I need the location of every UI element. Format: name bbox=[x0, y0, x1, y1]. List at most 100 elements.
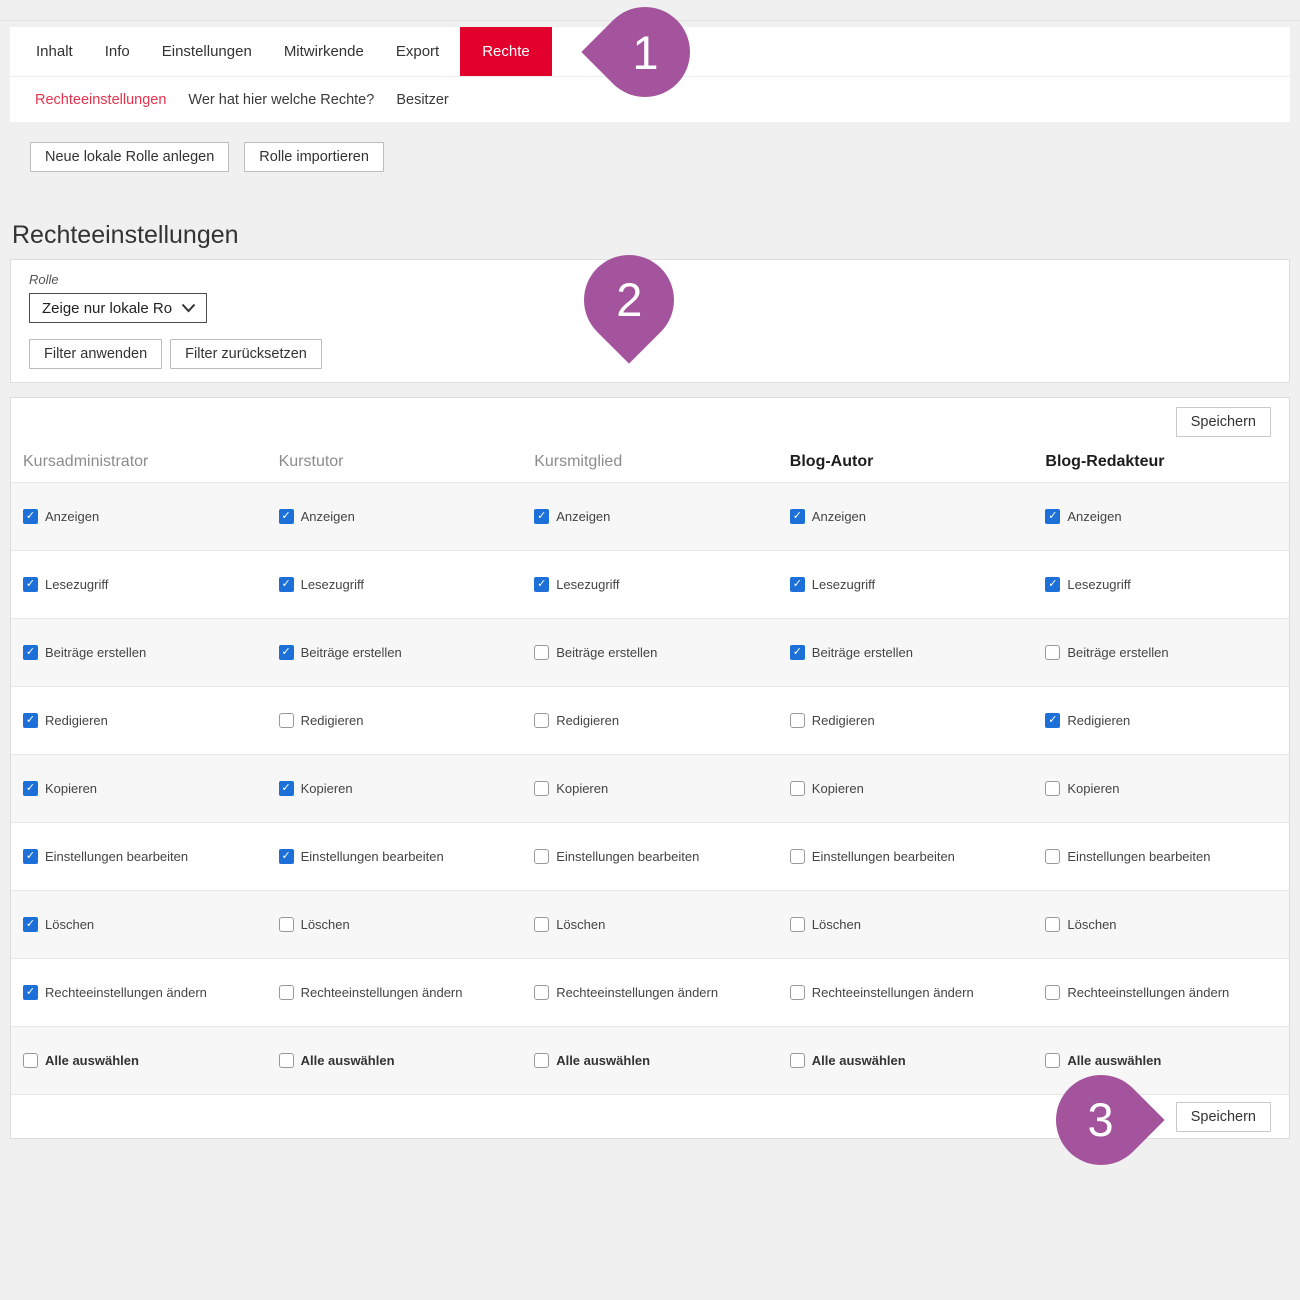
checkbox-checked[interactable]: ✓ bbox=[23, 509, 38, 524]
checkbox-unchecked[interactable] bbox=[1045, 1053, 1060, 1068]
permission-cell-kursadministrator: ✓ Anzeigen bbox=[11, 509, 267, 524]
permission-cell-kurstutor: ✓Beiträge erstellen bbox=[267, 645, 523, 660]
subnav-item-besitzer[interactable]: Besitzer bbox=[385, 92, 459, 108]
permission-cell-kursmitglied: ✓Anzeigen bbox=[522, 509, 778, 524]
checkbox-unchecked[interactable] bbox=[790, 713, 805, 728]
checkbox-checked[interactable]: ✓ bbox=[279, 645, 294, 660]
checkbox-checked[interactable]: ✓ bbox=[1045, 577, 1060, 592]
checkbox-unchecked[interactable] bbox=[790, 781, 805, 796]
checkbox-checked[interactable]: ✓ bbox=[790, 509, 805, 524]
permission-cell-kursadministrator: ✓Beiträge erstellen bbox=[11, 645, 267, 660]
checkbox-unchecked[interactable] bbox=[279, 713, 294, 728]
permission-cell-blog-autor: Löschen bbox=[778, 917, 1034, 932]
checkbox-unchecked[interactable] bbox=[1045, 917, 1060, 932]
checkbox-checked[interactable]: ✓ bbox=[279, 781, 294, 796]
checkbox-label: Kopieren bbox=[1067, 781, 1119, 796]
checkbox-unchecked[interactable] bbox=[534, 917, 549, 932]
checkbox-checked[interactable]: ✓ bbox=[1045, 509, 1060, 524]
checkbox-unchecked[interactable] bbox=[790, 917, 805, 932]
permission-row-beiträge-erstellen: ✓Beiträge erstellen✓Beiträge erstellenBe… bbox=[11, 618, 1289, 686]
permission-cell-blog-redakteur: Rechteeinstellungen ändern bbox=[1033, 985, 1289, 1000]
checkbox-unchecked[interactable] bbox=[534, 849, 549, 864]
checkbox-unchecked[interactable] bbox=[1045, 849, 1060, 864]
checkbox-unchecked[interactable] bbox=[790, 849, 805, 864]
checkbox-unchecked[interactable] bbox=[1045, 781, 1060, 796]
checkbox-checked[interactable]: ✓ bbox=[1045, 713, 1060, 728]
reset-filter-button[interactable]: Filter zurücksetzen bbox=[170, 339, 322, 369]
role-actions-row: Neue lokale Rolle anlegen Rolle importie… bbox=[30, 142, 1300, 172]
subnav-item-rechteeinstellungen[interactable]: Rechteeinstellungen bbox=[24, 92, 177, 108]
checkbox-checked[interactable]: ✓ bbox=[23, 577, 38, 592]
import-role-button[interactable]: Rolle importieren bbox=[244, 142, 384, 172]
column-header-kurstutor: Kurstutor bbox=[267, 453, 523, 471]
checkbox-unchecked[interactable] bbox=[790, 985, 805, 1000]
checkbox-unchecked[interactable] bbox=[279, 985, 294, 1000]
permission-cell-blog-redakteur: Kopieren bbox=[1033, 781, 1289, 796]
checkbox-checked[interactable]: ✓ bbox=[790, 645, 805, 660]
apply-filter-button[interactable]: Filter anwenden bbox=[29, 339, 162, 369]
tab-rechte[interactable]: Rechte bbox=[460, 27, 552, 76]
permission-cell-kursmitglied: Alle auswählen bbox=[522, 1053, 778, 1068]
checkbox-unchecked[interactable] bbox=[1045, 645, 1060, 660]
permission-cell-blog-redakteur: ✓ Redigieren bbox=[1033, 713, 1289, 728]
checkbox-checked[interactable]: ✓ bbox=[23, 713, 38, 728]
checkbox-checked[interactable]: ✓ bbox=[279, 577, 294, 592]
role-filter-select[interactable]: Zeige nur lokale Ro bbox=[29, 293, 207, 323]
checkbox-label: Anzeigen bbox=[1067, 509, 1121, 524]
permission-cell-kurstutor: ✓Anzeigen bbox=[267, 509, 523, 524]
tab-inhalt[interactable]: Inhalt bbox=[20, 27, 89, 76]
tab-mitwirkende[interactable]: Mitwirkende bbox=[268, 27, 380, 76]
checkbox-checked[interactable]: ✓ bbox=[23, 781, 38, 796]
permission-row-löschen: ✓LöschenLöschenLöschenLöschenLöschen bbox=[11, 890, 1289, 958]
permission-cell-blog-autor: Alle auswählen bbox=[778, 1053, 1034, 1068]
permission-cell-kursadministrator: ✓Redigieren bbox=[11, 713, 267, 728]
new-local-role-button[interactable]: Neue lokale Rolle anlegen bbox=[30, 142, 229, 172]
permission-cell-kursmitglied: Kopieren bbox=[522, 781, 778, 796]
permission-cell-kursadministrator: ✓Löschen bbox=[11, 917, 267, 932]
checkbox-label: Lesezugriff bbox=[812, 577, 875, 592]
checkbox-unchecked[interactable] bbox=[279, 917, 294, 932]
checkbox-checked[interactable]: ✓ bbox=[23, 849, 38, 864]
permission-cell-kursmitglied: Rechteeinstellungen ändern bbox=[522, 985, 778, 1000]
checkbox-checked[interactable]: ✓ bbox=[534, 509, 549, 524]
checkbox-unchecked[interactable] bbox=[790, 1053, 805, 1068]
checkbox-label: Einstellungen bearbeiten bbox=[1067, 849, 1210, 864]
subnav-item-wer-hat-hier-welche-rechte[interactable]: Wer hat hier welche Rechte? bbox=[177, 92, 385, 108]
checkbox-label: Redigieren bbox=[1067, 713, 1130, 728]
checkbox-label: Alle auswählen bbox=[556, 1053, 650, 1068]
checkbox-unchecked[interactable] bbox=[534, 985, 549, 1000]
tab-export[interactable]: Export bbox=[380, 27, 455, 76]
checkbox-checked[interactable]: ✓ bbox=[279, 509, 294, 524]
checkbox-label: Kopieren bbox=[812, 781, 864, 796]
checkbox-checked[interactable]: ✓ bbox=[23, 645, 38, 660]
permission-cell-kurstutor: Rechteeinstellungen ändern bbox=[267, 985, 523, 1000]
permission-cell-kursmitglied: Löschen bbox=[522, 917, 778, 932]
save-button-top[interactable]: Speichern bbox=[1176, 407, 1271, 437]
checkbox-checked[interactable]: ✓ bbox=[279, 849, 294, 864]
save-button-bottom[interactable]: Speichern bbox=[1176, 1102, 1271, 1132]
tab-info[interactable]: Info bbox=[89, 27, 146, 76]
checkbox-checked[interactable]: ✓ bbox=[23, 985, 38, 1000]
chevron-down-icon bbox=[181, 303, 196, 313]
checkbox-label: Kopieren bbox=[556, 781, 608, 796]
checkbox-unchecked[interactable] bbox=[23, 1053, 38, 1068]
checkbox-label: Anzeigen bbox=[45, 509, 99, 524]
checkbox-label: Lesezugriff bbox=[45, 577, 108, 592]
role-column-headers: KursadministratorKurstutorKursmitgliedBl… bbox=[11, 453, 1289, 482]
checkbox-label: Rechteeinstellungen ändern bbox=[301, 985, 463, 1000]
permission-cell-kurstutor: Redigieren bbox=[267, 713, 523, 728]
navigation-container: InhaltInfoEinstellungenMitwirkendeExport… bbox=[10, 27, 1290, 122]
permissions-table-panel: Speichern KursadministratorKurstutorKurs… bbox=[10, 397, 1290, 1139]
checkbox-unchecked[interactable] bbox=[534, 645, 549, 660]
tab-einstellungen[interactable]: Einstellungen bbox=[146, 27, 268, 76]
checkbox-checked[interactable]: ✓ bbox=[790, 577, 805, 592]
checkbox-unchecked[interactable] bbox=[1045, 985, 1060, 1000]
checkbox-checked[interactable]: ✓ bbox=[23, 917, 38, 932]
checkbox-checked[interactable]: ✓ bbox=[534, 577, 549, 592]
checkbox-unchecked[interactable] bbox=[534, 1053, 549, 1068]
checkbox-unchecked[interactable] bbox=[534, 781, 549, 796]
checkbox-unchecked[interactable] bbox=[534, 713, 549, 728]
checkbox-unchecked[interactable] bbox=[279, 1053, 294, 1068]
permission-cell-kurstutor: Alle auswählen bbox=[267, 1053, 523, 1068]
permission-cell-blog-redakteur: Einstellungen bearbeiten bbox=[1033, 849, 1289, 864]
